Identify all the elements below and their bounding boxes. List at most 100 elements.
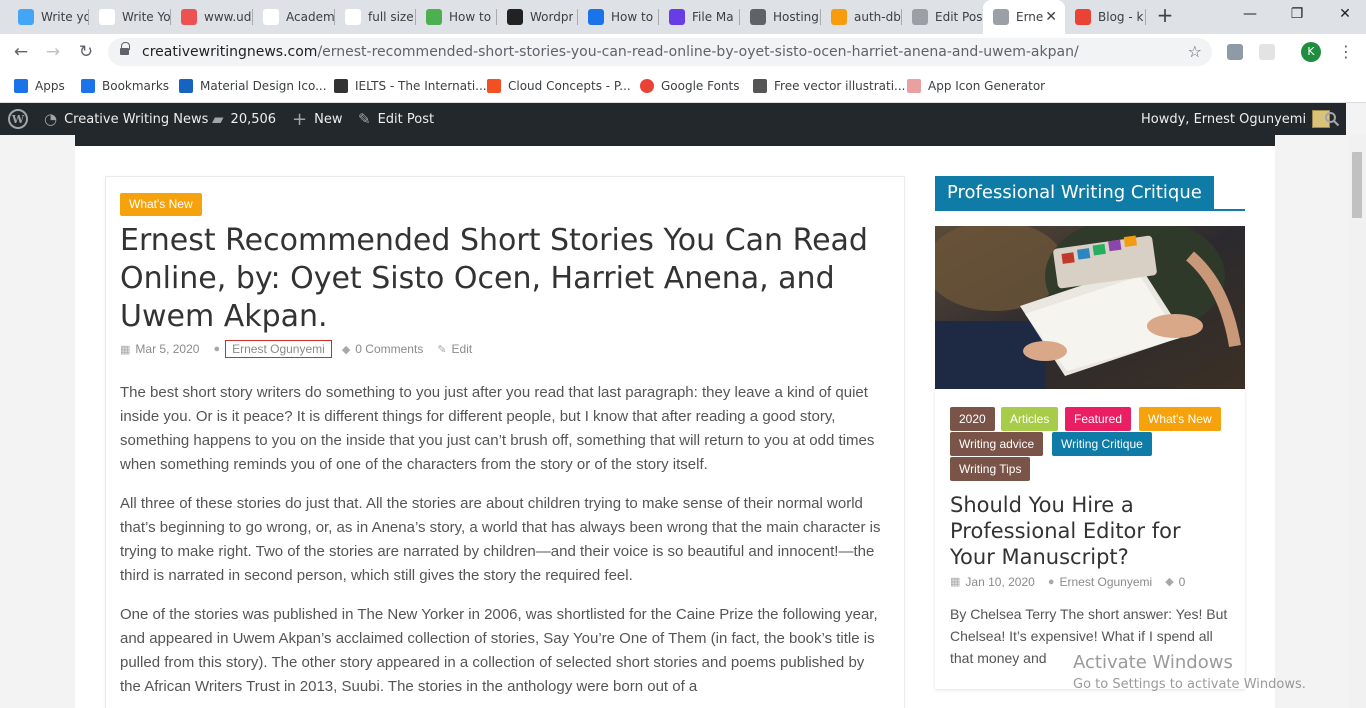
bookmark-item[interactable]: Google Fonts [640, 77, 740, 95]
post-category-badge[interactable]: What's New [120, 193, 202, 216]
edit-icon: ✎ [437, 343, 447, 356]
browser-tab[interactable]: Wordpr [497, 0, 578, 34]
bookmark-item[interactable]: App Icon Generator [907, 77, 1045, 95]
browser-tab[interactable]: auth-db [821, 0, 902, 34]
sidebar-post-title[interactable]: Should You Hire a Professional Editor fo… [950, 492, 1230, 570]
site-name-link[interactable]: ◔ Creative Writing News [44, 103, 208, 135]
comments-count: 20,506 [230, 111, 277, 127]
extension-puzzle-icon[interactable] [1259, 44, 1275, 60]
browser-tab-label: Wordpr [530, 10, 574, 24]
post-paragraph: The best short story writers do somethin… [120, 384, 875, 473]
reload-button[interactable]: ↻ [76, 42, 96, 62]
browser-tab[interactable]: File Ma [659, 0, 740, 34]
tag-writing-critique[interactable]: Writing Critique [1052, 432, 1152, 456]
bookmark-item[interactable]: Bookmarks [81, 77, 169, 95]
profile-avatar[interactable]: K [1301, 42, 1321, 62]
sidebar-post-author[interactable]: Ernest Ogunyemi [1059, 575, 1152, 589]
browser-tab[interactable]: Academ [253, 0, 335, 34]
forward-button[interactable]: → [43, 42, 63, 62]
browser-tab[interactable]: Write yo [8, 0, 89, 34]
admin-search-button[interactable] [1324, 103, 1340, 135]
browser-toolbar: ← → ↻ creativewritingnews.com/ernest-rec… [0, 34, 1366, 70]
browser-tab[interactable]: full size [335, 0, 416, 34]
illustration-icon [753, 79, 767, 93]
new-content-link[interactable]: + New [292, 103, 342, 135]
browser-tab[interactable]: How to [416, 0, 497, 34]
maximize-button[interactable]: ❐ [1287, 6, 1307, 22]
url-host: creativewritingnews.com [142, 44, 318, 60]
udemy-icon [181, 9, 197, 25]
bookmark-label: Apps [35, 79, 65, 93]
pencil-icon: ✎ [358, 110, 371, 128]
comment-icon: ◆ [341, 343, 351, 356]
address-bar[interactable]: creativewritingnews.com/ernest-recommend… [108, 38, 1212, 66]
tag-articles[interactable]: Articles [1001, 407, 1059, 431]
apps-grid-icon [14, 79, 28, 93]
browser-tab-label: www.ud [204, 10, 252, 24]
page-scrollbar[interactable] [1349, 135, 1366, 708]
gmail-icon [1075, 9, 1091, 25]
window-close-button[interactable]: ✕ [1335, 6, 1355, 22]
bookmark-star-icon[interactable]: ☆ [1188, 42, 1202, 61]
my-account-link[interactable]: Howdy, Ernest Ogunyemi [1141, 103, 1331, 135]
widget-title: Professional Writing Critique [935, 176, 1214, 209]
app-icon-generator-icon [907, 79, 921, 93]
calendar-icon: ▦ [120, 343, 131, 356]
plus-icon: + [292, 108, 308, 130]
sidebar-post-comments[interactable]: 0 [1179, 575, 1186, 589]
browser-tab-label: Blog - k [1098, 10, 1144, 24]
browser-tab[interactable]: Hosting [740, 0, 821, 34]
tag-2020[interactable]: 2020 [950, 407, 995, 431]
close-tab-icon[interactable]: ✕ [1045, 9, 1057, 25]
tag-writing-tips[interactable]: Writing Tips [950, 457, 1031, 481]
comments-link[interactable]: ▰ 20,506 [212, 103, 276, 135]
bookmark-item[interactable]: Free vector illustrati... [753, 77, 906, 95]
page-scrollbar-thumb[interactable] [1352, 152, 1362, 218]
calendar-icon: ▦ [950, 576, 961, 588]
browser-tab[interactable]: Write Yo [89, 0, 171, 34]
post-date[interactable]: Mar 5, 2020 [135, 342, 199, 356]
browser-tab-label: Academ [286, 10, 335, 24]
back-button[interactable]: ← [11, 42, 31, 62]
bookmark-item[interactable]: Apps [14, 77, 65, 95]
edit-post-link[interactable]: ✎ Edit Post [358, 103, 434, 135]
lock-icon [120, 42, 130, 56]
extension-code-icon[interactable] [1227, 44, 1243, 60]
browser-tab-label: Erne [1016, 10, 1044, 24]
bookmark-item[interactable]: Cloud Concepts - P... [487, 77, 631, 95]
user-icon: ● [1047, 575, 1055, 588]
wordpress-logo-icon: W [8, 109, 28, 129]
google-icon [345, 9, 361, 25]
flutter-icon [18, 9, 34, 25]
wp-logo-button[interactable]: W [8, 103, 28, 135]
sidebar-post-date[interactable]: Jan 10, 2020 [965, 575, 1034, 589]
tag-featured[interactable]: Featured [1065, 407, 1132, 431]
tag-writing-advice[interactable]: Writing advice [950, 432, 1044, 456]
bookmark-item[interactable]: Material Design Ico... [179, 77, 327, 95]
ielts-icon [334, 79, 348, 93]
browser-tab[interactable]: Blog - k [1065, 0, 1146, 34]
wordpress-h-icon [507, 9, 523, 25]
browser-tab[interactable]: Erne ✕ [983, 0, 1065, 34]
howdy-text: Howdy, Ernest Ogunyemi [1141, 111, 1307, 127]
minimize-button[interactable]: — [1240, 6, 1260, 22]
url-text[interactable]: creativewritingnews.com/ernest-recommend… [142, 44, 1079, 60]
browser-tab-label: How to [611, 10, 654, 24]
bookmark-item[interactable]: IELTS - The Internati... [334, 77, 487, 95]
featured-image[interactable] [935, 226, 1245, 389]
browser-tab[interactable]: Edit Pos [902, 0, 983, 34]
bookmark-label: IELTS - The Internati... [355, 79, 487, 93]
post-comments-link[interactable]: 0 Comments [355, 342, 423, 356]
browser-menu-icon[interactable]: ⋮ [1338, 42, 1354, 61]
browser-tab[interactable]: www.ud [171, 0, 253, 34]
post-title: Ernest Recommended Short Stories You Can… [120, 223, 868, 334]
tag-whats-new[interactable]: What's New [1139, 407, 1221, 431]
wp-admin-bar: W ◔ Creative Writing News ▰ 20,506 + New… [0, 103, 1346, 135]
star-icon [81, 79, 95, 93]
browser-tab[interactable]: How to [578, 0, 659, 34]
user-icon: ● [213, 343, 221, 355]
new-tab-button[interactable]: + [1155, 5, 1175, 26]
loading-icon [993, 9, 1009, 25]
post-edit-link[interactable]: Edit [452, 342, 473, 356]
post-author-link[interactable]: Ernest Ogunyemi [225, 340, 332, 358]
